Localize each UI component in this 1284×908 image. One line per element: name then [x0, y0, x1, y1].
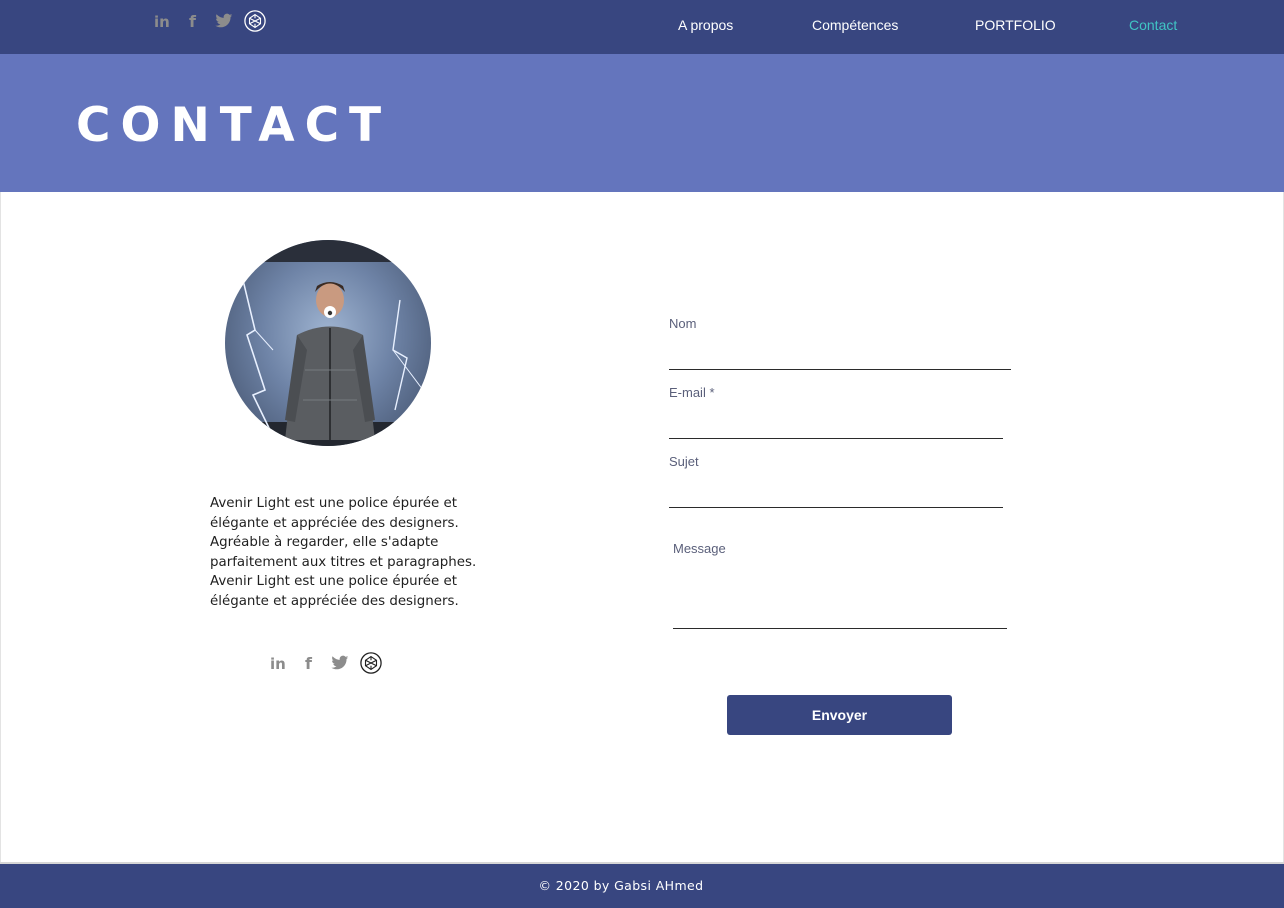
- svg-text:f: f: [189, 12, 197, 30]
- svg-text:in: in: [270, 655, 286, 672]
- message-label: Message: [673, 541, 726, 556]
- profile-photo: [225, 240, 431, 446]
- footer: © 2020 by Gabsi AHmed: [0, 862, 1284, 908]
- nav-item-competences[interactable]: Compétences: [812, 17, 898, 33]
- page-title: CONTACT: [76, 98, 392, 153]
- facebook-icon[interactable]: f: [298, 652, 320, 674]
- nav-item-a-propos[interactable]: A propos: [678, 17, 733, 33]
- svg-text:in: in: [154, 13, 170, 30]
- twitter-icon[interactable]: [213, 10, 235, 32]
- name-label: Nom: [669, 316, 697, 331]
- email-input[interactable]: [669, 408, 1003, 432]
- nav-item-contact[interactable]: Contact: [1129, 17, 1177, 33]
- message-textarea[interactable]: [673, 562, 1007, 622]
- twitter-icon[interactable]: [329, 652, 351, 674]
- footer-copyright: © 2020 by Gabsi AHmed: [538, 878, 704, 893]
- bio-text: Avenir Light est une police épurée et él…: [210, 496, 477, 609]
- subject-label: Sujet: [669, 454, 699, 469]
- top-navbar: in f A propos Compétences PORTFOLIO Cont…: [0, 0, 1284, 54]
- linkedin-icon[interactable]: in: [151, 10, 173, 32]
- facebook-icon[interactable]: f: [182, 10, 204, 32]
- page-header-band: CONTACT: [0, 54, 1284, 192]
- name-field: Nom: [669, 316, 1011, 370]
- codepen-icon[interactable]: [360, 652, 382, 674]
- message-field: Message: [673, 541, 1007, 629]
- content-section: [0, 192, 1284, 862]
- nav-item-portfolio[interactable]: PORTFOLIO: [975, 17, 1056, 33]
- name-input[interactable]: [669, 339, 1011, 363]
- email-field: E-mail *: [669, 385, 1003, 439]
- subject-input[interactable]: [669, 477, 1003, 501]
- svg-text:f: f: [305, 654, 313, 672]
- linkedin-icon[interactable]: in: [267, 652, 289, 674]
- send-button[interactable]: Envoyer: [727, 695, 952, 735]
- codepen-icon[interactable]: [244, 10, 266, 32]
- email-label: E-mail *: [669, 385, 715, 400]
- subject-field: Sujet: [669, 454, 1003, 508]
- header-social-bar: in f: [151, 10, 266, 32]
- body-social-bar: in f: [267, 652, 382, 674]
